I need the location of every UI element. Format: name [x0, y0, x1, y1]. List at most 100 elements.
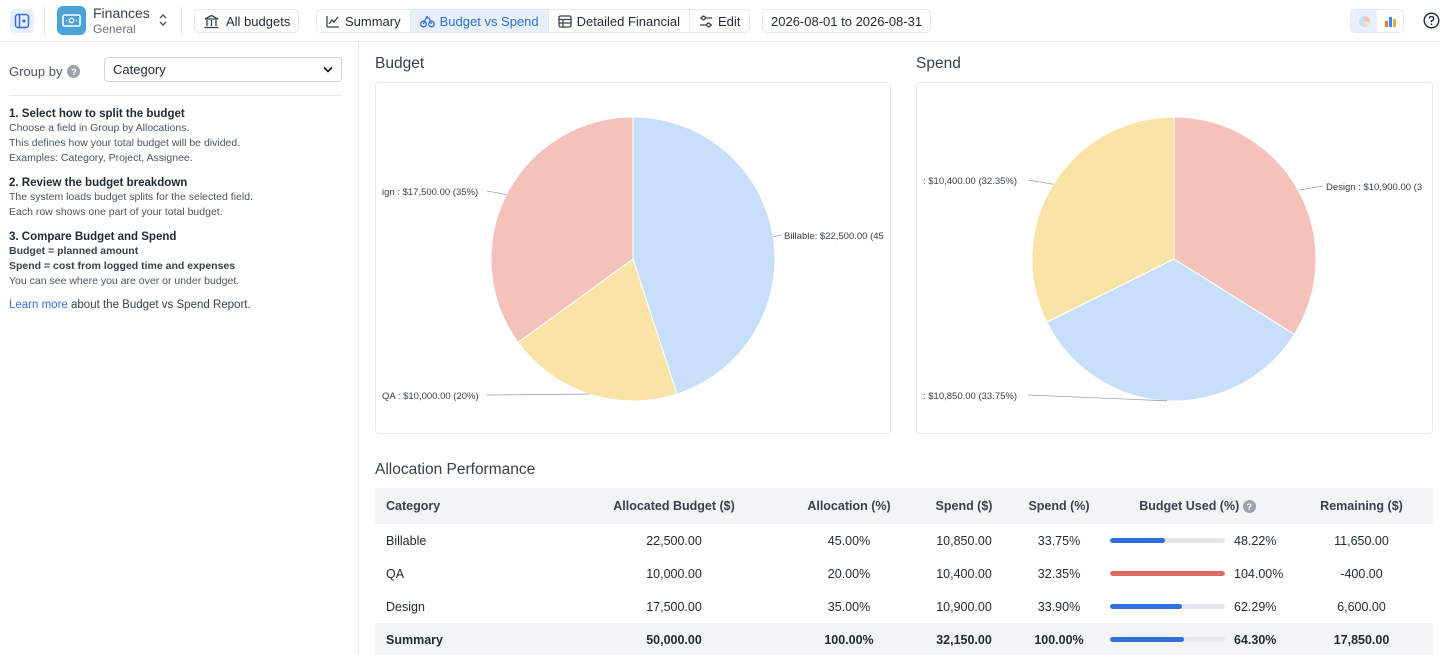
help-icon[interactable]: ? — [67, 65, 81, 78]
remaining-cell: 17,850.00 — [1290, 623, 1433, 655]
toolbar-divider — [181, 6, 182, 36]
report-settings-panel: Group by ? Category 1. Select how to spl… — [0, 43, 359, 655]
step-line: Choose a field in Group by Allocations. — [9, 122, 190, 134]
pie-label-leader — [1027, 179, 1054, 185]
group-by-value: Category — [113, 62, 166, 77]
pie-slice-label: Design : $10,900.00 (3 — [1326, 182, 1422, 193]
budget-used-cell: 48.22% — [1105, 524, 1290, 557]
tab-label: Summary — [345, 13, 401, 29]
date-range-picker[interactable]: 2026-08-01 to 2026-08-31 — [762, 9, 932, 33]
step-line: This defines how your total budget will … — [9, 137, 241, 149]
allocation-table: Category Allocated Budget ($) Allocation… — [375, 488, 1433, 655]
pie-label-leader — [486, 190, 507, 195]
bar-chart-view-button[interactable] — [1377, 10, 1403, 32]
pie-slice-label: : $10,400.00 (32.35%) — [923, 176, 1017, 187]
spend-chart-card: Design : $10,900.00 (3 : $10,850.00 (33.7… — [916, 82, 1433, 434]
tab-label: Budget vs Spend — [439, 13, 539, 29]
sidebar-toggle-button[interactable] — [10, 9, 34, 33]
category-cell: Billable — [386, 533, 427, 548]
summary-row: Summary 50,000.00 100.00% 32,150.00 100.00% 6… — [375, 623, 1433, 655]
spend-chart-title: Spend — [916, 55, 961, 72]
allocated-cell: 10,000.00 — [646, 566, 702, 581]
category-cell: Design — [386, 599, 425, 614]
column-header[interactable]: Allocation (%) — [783, 488, 915, 524]
pie-slice-label: QA : $10,000.00 (20%) — [382, 391, 479, 402]
pie-slice-label: : $10,850.00 (33.75%) — [923, 391, 1017, 402]
tab-budget-vs-spend[interactable]: Budget vs Spend — [410, 10, 549, 32]
tab-label: Edit — [718, 13, 741, 29]
tab-edit[interactable]: Edit — [690, 10, 749, 32]
tab-detailed-financial[interactable]: Detailed Financial — [549, 10, 690, 32]
help-icon[interactable]: ? — [1242, 500, 1256, 514]
spend-cell: 10,900.00 — [936, 599, 992, 614]
step-line: Spend = cost from logged time and expens… — [9, 260, 236, 272]
spend-pct-cell: 33.75% — [1037, 533, 1081, 548]
remaining-cell: -400.00 — [1340, 566, 1383, 581]
finance-app-icon — [57, 6, 86, 35]
progress-fill — [1110, 637, 1184, 642]
pie-label-leader — [486, 393, 590, 396]
budget-used-value: 62.29% — [1234, 599, 1277, 614]
spend-pct-cell: 33.90% — [1037, 599, 1081, 614]
column-header[interactable]: Remaining ($) — [1290, 488, 1433, 524]
sidebar-toggle-icon — [14, 13, 30, 29]
budget-used-bar: 48.22% — [1105, 534, 1290, 548]
remaining-cell: 6,600.00 — [1337, 599, 1386, 614]
budget-used-bar: 64.30% — [1105, 633, 1290, 647]
budget-used-cell: 62.29% — [1105, 590, 1290, 623]
progress-fill — [1110, 604, 1182, 609]
table-row: Design 17,500.00 35.00% 10,900.00 33.90% 62.2… — [375, 590, 1433, 623]
category-cell: Summary — [375, 623, 565, 655]
column-header[interactable]: Allocated Budget ($) — [565, 488, 783, 524]
spend-cell: 10,400.00 — [936, 566, 992, 581]
spend-cell: 10,850.00 — [936, 533, 992, 548]
bank-icon — [204, 14, 219, 28]
column-header[interactable]: Spend ($) — [915, 488, 1013, 524]
help-icon[interactable] — [1423, 12, 1440, 32]
progress-track — [1110, 571, 1225, 576]
pie-slice-label: Billable: $22,500.00 (45 — [784, 231, 884, 242]
column-header[interactable]: Spend (%) — [1013, 488, 1105, 524]
column-header[interactable]: Category — [375, 488, 565, 524]
budget-used-header: Budget Used (%) — [1139, 498, 1240, 513]
step-line: You can see where you are over or under … — [9, 275, 240, 287]
table-row: Billable 22,500.00 45.00% 10,850.00 33.75% 48… — [375, 524, 1433, 557]
group-by-label: Group by ? — [9, 64, 81, 79]
instruction-step: 1. Select how to split the budget Choose… — [9, 107, 349, 166]
instruction-step: 2. Review the budget breakdown The syste… — [9, 176, 349, 220]
progress-track — [1110, 538, 1225, 543]
allocated-cell: 17,500.00 — [646, 599, 702, 614]
spend-pct-cell: 32.35% — [1037, 566, 1081, 581]
budget-used-cell: 104.00% — [1105, 557, 1290, 590]
remaining-cell: 11,650.00 — [1334, 533, 1389, 548]
allocation-pct-cell: 20.00% — [827, 566, 871, 581]
progress-fill — [1110, 538, 1166, 543]
chevron-up-down-icon[interactable] — [157, 11, 169, 32]
allocation-pct-cell: 100.00% — [783, 623, 915, 655]
budget-used-value: 48.22% — [1234, 533, 1277, 548]
allocated-cell: 50,000.00 — [565, 623, 783, 655]
pie-chart-view-button[interactable] — [1351, 10, 1377, 32]
step-line: The system loads budget splits for the s… — [9, 191, 253, 203]
column-header[interactable]: Budget Used (%) ? — [1105, 488, 1290, 524]
budget-used-value: 64.30% — [1234, 632, 1277, 647]
spend-pct-cell: 100.00% — [1013, 623, 1105, 655]
sliders-icon — [700, 15, 712, 27]
app-name[interactable]: Finances — [93, 5, 150, 21]
chevron-down-icon — [323, 66, 333, 73]
app-workspace: General — [93, 22, 136, 36]
all-budgets-button[interactable]: All budgets — [194, 9, 300, 33]
allocation-performance-title: Allocation Performance — [375, 461, 536, 478]
top-toolbar: Finances General All budgets Summary Bud… — [0, 0, 1440, 42]
table-header-row: Category Allocated Budget ($) Allocation… — [375, 488, 1433, 524]
allocation-pct-cell: 45.00% — [827, 533, 871, 548]
tab-summary[interactable]: Summary — [317, 10, 411, 32]
table-row: QA 10,000.00 20.00% 10,400.00 32.35% 104.00% -… — [375, 557, 1433, 590]
progress-track — [1110, 637, 1225, 642]
learn-more-link[interactable]: Learn more — [9, 299, 68, 311]
group-by-select[interactable]: Category — [104, 57, 342, 82]
bar-chart-icon — [1384, 16, 1396, 27]
budget-pie-chart: Billable: $22,500.00 (45 QA : $10,000.00 … — [382, 116, 884, 402]
pie-label-leader — [773, 234, 782, 238]
budget-used-bar: 62.29% — [1105, 600, 1290, 614]
